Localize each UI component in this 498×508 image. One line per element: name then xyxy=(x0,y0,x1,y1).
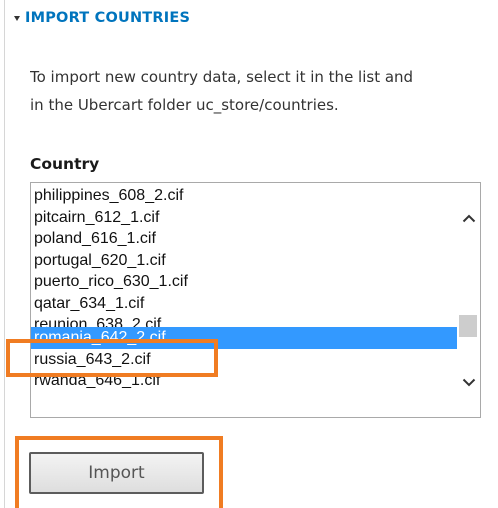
description-line-2: in the Ubercart folder uc_store/countrie… xyxy=(30,96,339,114)
list-item[interactable]: poland_616_1.cif xyxy=(31,228,458,250)
country-listbox[interactable]: philippines_608_2.cif pitcairn_612_1.cif… xyxy=(30,182,481,418)
list-item[interactable]: philippines_608_2.cif xyxy=(31,185,458,207)
page-left-border xyxy=(4,0,5,508)
country-options: philippines_608_2.cif pitcairn_612_1.cif… xyxy=(31,185,458,392)
listbox-scrollbar[interactable] xyxy=(457,183,480,417)
list-item[interactable]: russia_643_2.cif xyxy=(31,349,458,371)
list-item[interactable]: pitcairn_612_1.cif xyxy=(31,207,458,229)
section-title: IMPORT COUNTRIES xyxy=(25,10,191,26)
description-line-1: To import new country data, select it in… xyxy=(30,68,414,86)
list-item[interactable]: portugal_620_1.cif xyxy=(31,250,458,272)
list-item[interactable]: rwanda_646_1.cif xyxy=(31,370,458,392)
import-countries-toggle[interactable]: IMPORT COUNTRIES xyxy=(14,10,190,26)
scroll-down-button[interactable] xyxy=(457,371,480,393)
list-item[interactable]: puerto_rico_630_1.cif xyxy=(31,271,458,293)
country-label: Country xyxy=(30,155,100,173)
chevron-up-icon xyxy=(462,214,475,222)
import-description: To import new country data, select it in… xyxy=(30,63,498,119)
triangle-down-icon xyxy=(14,16,20,21)
scroll-up-button[interactable] xyxy=(457,207,480,229)
list-item[interactable]: qatar_634_1.cif xyxy=(31,293,458,315)
chevron-down-icon xyxy=(462,378,475,386)
scroll-thumb[interactable] xyxy=(459,315,477,337)
import-button[interactable]: Import xyxy=(29,452,204,494)
list-item-selected[interactable]: romania_642_2.cif xyxy=(31,327,458,349)
list-item[interactable]: reunion_638_2.cif xyxy=(31,314,458,327)
